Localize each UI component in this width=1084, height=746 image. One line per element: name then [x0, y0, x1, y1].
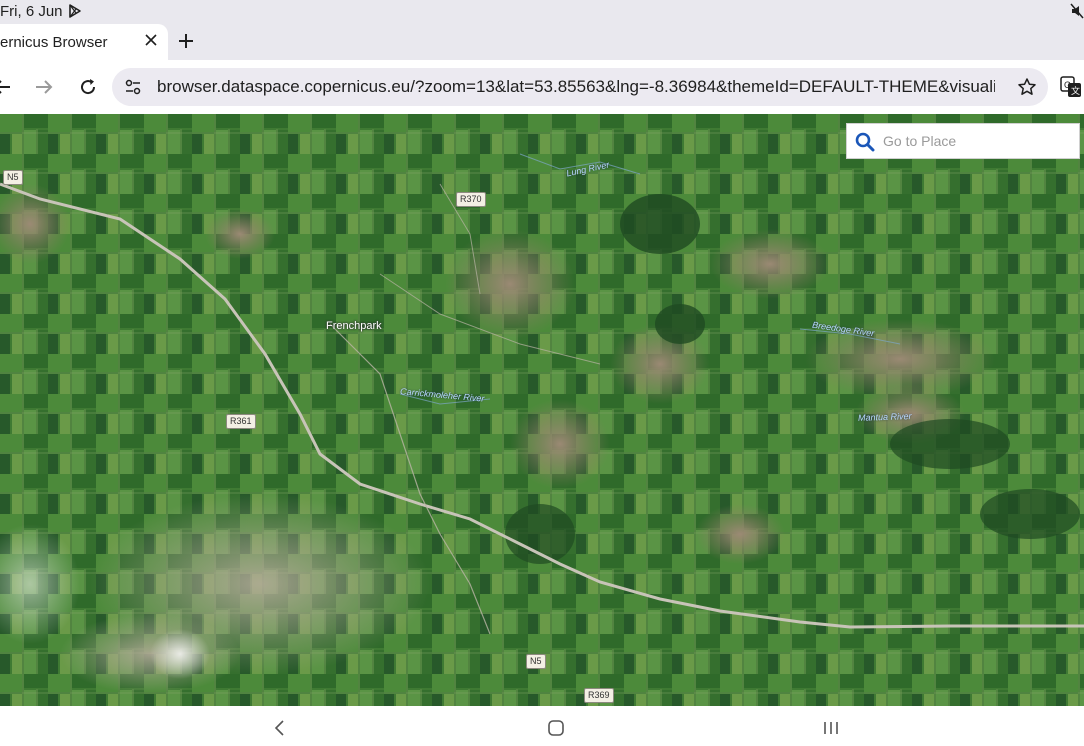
road-shield-n5: N5 [3, 170, 23, 185]
bookmark-star-icon[interactable] [1017, 77, 1037, 97]
site-info-icon[interactable] [124, 78, 142, 96]
svg-text:G: G [1064, 80, 1071, 90]
recents-nav-icon[interactable] [821, 718, 841, 738]
back-icon[interactable] [0, 77, 12, 97]
tab-active[interactable]: ernicus Browser [0, 24, 168, 60]
reload-icon[interactable] [78, 77, 98, 97]
browser-toolbar: browser.dataspace.copernicus.eu/?zoom=13… [0, 60, 1084, 114]
new-tab-icon[interactable] [176, 31, 196, 51]
road-shield-r370: R370 [456, 192, 486, 207]
url-text[interactable]: browser.dataspace.copernicus.eu/?zoom=13… [157, 77, 995, 97]
mute-icon [1070, 3, 1084, 19]
go-to-place-search[interactable] [846, 123, 1080, 159]
place-label-frenchpark: Frenchpark [326, 320, 382, 332]
tab-strip: ernicus Browser [0, 24, 1084, 60]
address-bar[interactable]: browser.dataspace.copernicus.eu/?zoom=13… [112, 68, 1048, 106]
tab-title: ernicus Browser [0, 34, 108, 51]
status-time: Fri, 6 Jun [0, 3, 63, 20]
close-icon[interactable] [143, 32, 159, 48]
satellite-imagery [0, 114, 1084, 706]
river-label-mantua: Mantua River [857, 411, 912, 423]
status-bar: Fri, 6 Jun [0, 0, 1084, 24]
system-nav-bar [0, 706, 1084, 746]
forward-icon[interactable] [34, 77, 54, 97]
search-icon[interactable] [855, 132, 875, 152]
back-nav-icon[interactable] [270, 718, 290, 738]
translate-icon[interactable]: G 文 [1060, 76, 1082, 98]
satellite-map[interactable]: Frenchpark Lung River Breedoge River Car… [0, 114, 1084, 706]
road-shield-n5-south: N5 [526, 654, 546, 669]
road-shield-r369: R369 [584, 688, 614, 703]
road-shield-r361: R361 [226, 414, 256, 429]
home-nav-icon[interactable] [546, 718, 566, 738]
play-store-icon [69, 4, 81, 18]
search-input[interactable] [883, 130, 1073, 152]
svg-text:文: 文 [1071, 85, 1080, 96]
